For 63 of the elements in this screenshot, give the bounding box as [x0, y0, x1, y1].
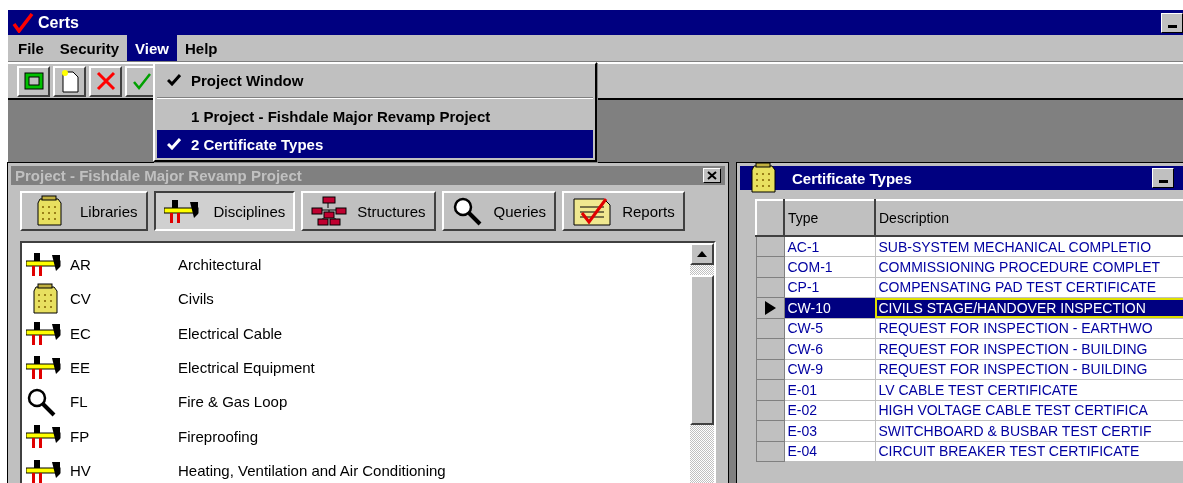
toolbar-button[interactable]: [17, 65, 50, 97]
table-cell: CIRCUIT BREAKER TEST CERTIFICATE: [875, 441, 1183, 462]
new-page-icon: [59, 69, 80, 93]
report-icon: [572, 195, 613, 227]
window-title: Project - Fishdale Major Revamp Project: [15, 167, 302, 184]
tab[interactable]: Reports: [562, 191, 685, 231]
tab[interactable]: Disciplines: [153, 191, 296, 231]
item-code[interactable]: FP: [70, 427, 178, 445]
menu-item[interactable]: Help: [176, 35, 226, 61]
magnifier-icon: [26, 386, 58, 417]
toolbar-button[interactable]: [89, 65, 122, 97]
scroll-up-button[interactable]: [690, 243, 714, 265]
close-button[interactable]: [703, 168, 721, 183]
hierarchy-icon: [311, 196, 348, 226]
table-cell: REQUEST FOR INSPECTION - BUILDING: [875, 338, 1183, 359]
menu-option[interactable]: 1 Project - Fishdale Major Revamp Project: [157, 102, 593, 130]
minimize-button[interactable]: [1161, 12, 1183, 33]
menu-item[interactable]: File: [10, 35, 52, 61]
current-row-icon: [764, 300, 777, 315]
column-header[interactable]: Type: [784, 200, 875, 236]
row-selector[interactable]: [756, 236, 784, 257]
table-cell: REQUEST FOR INSPECTION - EARTHWO: [875, 318, 1183, 339]
magnifier-icon: [451, 196, 484, 226]
table-cell: SWITCHBOARD & BUSBAR TEST CERTIF: [875, 420, 1183, 441]
column-header[interactable]: Description: [875, 200, 1183, 236]
window-title: Certs: [38, 13, 79, 32]
item-name[interactable]: Electrical Equipment: [178, 358, 315, 376]
menu-item[interactable]: View: [127, 35, 177, 61]
scroll-thumb[interactable]: [690, 275, 714, 425]
tab[interactable]: Queries: [441, 191, 557, 231]
table-cell: LV CABLE TEST CERTIFICATE: [875, 379, 1183, 400]
table-cell: REQUEST FOR INSPECTION - BUILDING: [875, 359, 1183, 380]
delete-icon: [94, 70, 117, 92]
item-code[interactable]: EC: [70, 324, 178, 342]
minimize-button[interactable]: [1152, 168, 1174, 188]
item-code[interactable]: FL: [70, 393, 178, 411]
menu-item[interactable]: Security: [51, 35, 128, 61]
item-name[interactable]: Civils: [178, 290, 214, 308]
item-code[interactable]: EE: [70, 358, 178, 376]
item-name[interactable]: Fire & Gas Loop: [178, 393, 288, 411]
item-name[interactable]: Heating, Ventilation and Air Conditioning: [178, 462, 446, 480]
row-selector[interactable]: [756, 297, 784, 318]
tab[interactable]: Libraries: [20, 191, 148, 231]
window-title: Certificate Types: [792, 169, 912, 187]
checkmark-logo-icon: [12, 12, 34, 33]
row-header-corner: [756, 200, 784, 236]
table-cell: SUB-SYSTEM MECHANICAL COMPLETIO: [875, 236, 1183, 257]
close-icon: [707, 171, 717, 180]
table-cell: CIVILS STAGE/HANDOVER INSPECTION: [875, 297, 1183, 318]
item-name[interactable]: Architectural: [178, 255, 262, 273]
up-arrow-icon: [697, 251, 707, 257]
table-cell: COMMISSIONING PROCEDURE COMPLET: [875, 256, 1183, 277]
item-code[interactable]: HV: [70, 462, 178, 480]
item-name[interactable]: Electrical Cable: [178, 324, 283, 342]
item-code[interactable]: AR: [70, 255, 178, 273]
item-name[interactable]: Fireproofing: [178, 427, 259, 445]
table-cell: COMPENSATING PAD TEST CERTIFICATE: [875, 277, 1183, 298]
scrollbar[interactable]: [690, 243, 714, 483]
menu-option[interactable]: 2 Certificate Types: [157, 130, 593, 158]
tab[interactable]: Structures: [301, 191, 436, 231]
table-cell: HIGH VOLTAGE CABLE TEST CERTIFICA: [875, 400, 1183, 421]
item-code[interactable]: CV: [70, 290, 178, 308]
toolbar-button[interactable]: [53, 65, 86, 97]
